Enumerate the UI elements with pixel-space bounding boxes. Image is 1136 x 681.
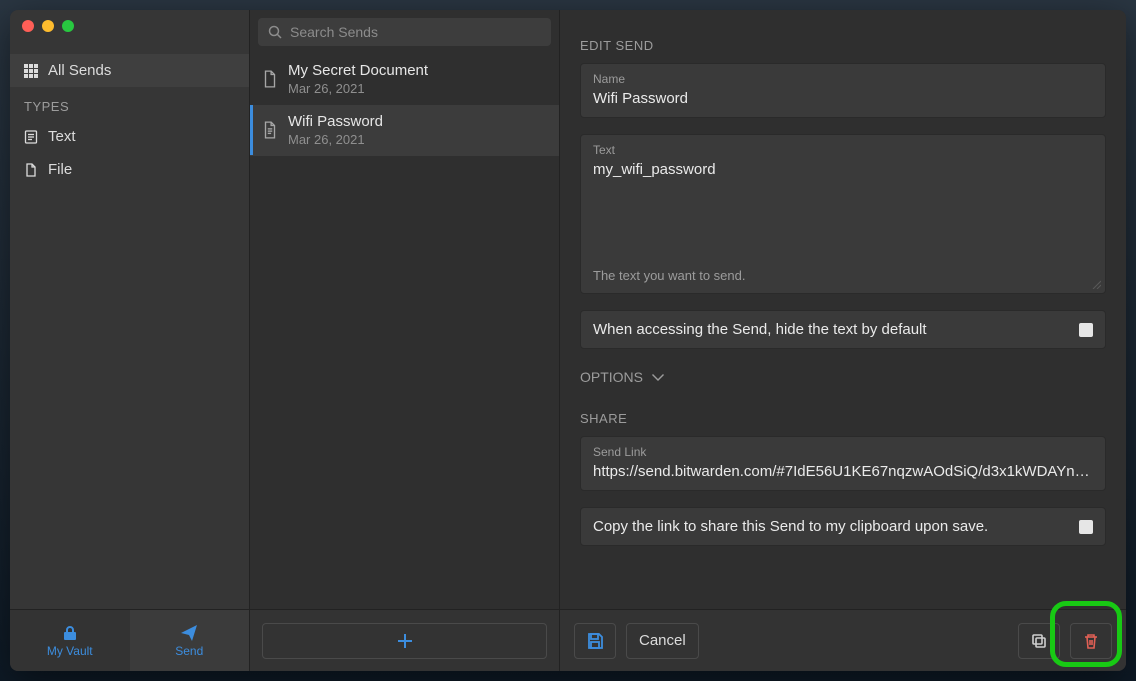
copy-on-save-label: Copy the link to share this Send to my c… — [593, 518, 988, 535]
text-helper: The text you want to send. — [581, 268, 1105, 293]
detail-panel: EDIT SEND Name Wifi Password Text The te… — [560, 10, 1126, 609]
search-icon — [268, 25, 282, 39]
send-link-field-group[interactable]: Send Link https://send.bitwarden.com/#7I… — [580, 436, 1106, 491]
file-icon — [24, 163, 38, 177]
footer-tab-my-vault[interactable]: My Vault — [10, 610, 130, 671]
window-close-button[interactable] — [22, 20, 34, 32]
text-textarea[interactable] — [581, 157, 1105, 263]
edit-send-header: EDIT SEND — [580, 38, 1106, 53]
chevron-down-icon — [651, 370, 665, 384]
copy-icon — [1030, 632, 1048, 650]
search-field[interactable] — [290, 24, 541, 40]
send-link-value: https://send.bitwarden.com/#7IdE56U1KE67… — [581, 459, 1105, 490]
hide-text-label: When accessing the Send, hide the text b… — [593, 321, 927, 338]
delete-button[interactable] — [1070, 623, 1112, 659]
hide-text-toggle-row[interactable]: When accessing the Send, hide the text b… — [580, 310, 1106, 349]
text-field-group[interactable]: Text The text you want to send. — [580, 134, 1106, 294]
send-item-date: Mar 26, 2021 — [288, 132, 547, 147]
send-list-column: My Secret Document Mar 26, 2021 Wifi Pas… — [250, 10, 560, 609]
sidebar-item-file[interactable]: File — [10, 153, 249, 186]
plus-icon — [397, 633, 413, 649]
share-header: SHARE — [580, 411, 1106, 426]
send-icon — [180, 624, 198, 642]
send-list-item[interactable]: Wifi Password Mar 26, 2021 — [250, 105, 559, 156]
send-item-date: Mar 26, 2021 — [288, 81, 547, 96]
trash-icon — [1082, 632, 1100, 650]
sidebar-item-all-sends[interactable]: All Sends — [10, 54, 249, 87]
options-toggle[interactable]: OPTIONS — [580, 369, 1106, 385]
sidebar-item-text[interactable]: Text — [10, 120, 249, 153]
send-item-title: My Secret Document — [288, 62, 547, 79]
send-link-label: Send Link — [581, 437, 1105, 459]
hide-text-checkbox[interactable] — [1079, 323, 1093, 337]
cancel-label: Cancel — [639, 632, 686, 649]
file-icon — [262, 70, 278, 88]
save-icon — [586, 632, 604, 650]
grid-icon — [24, 64, 38, 78]
sidebar-types-header: TYPES — [10, 87, 249, 120]
text-icon — [24, 130, 38, 144]
cancel-button[interactable]: Cancel — [626, 623, 699, 659]
text-label: Text — [581, 135, 1105, 157]
footer-tab-label: My Vault — [47, 644, 93, 658]
options-label: OPTIONS — [580, 369, 643, 385]
copy-on-save-checkbox[interactable] — [1079, 520, 1093, 534]
name-label: Name — [581, 64, 1105, 86]
sidebar-item-label: Text — [48, 128, 76, 145]
save-button[interactable] — [574, 623, 616, 659]
footer-tab-send[interactable]: Send — [130, 610, 250, 671]
sidebar: All Sends TYPES Text File — [10, 10, 250, 609]
text-icon — [262, 121, 278, 139]
window-minimize-button[interactable] — [42, 20, 54, 32]
sidebar-item-label: All Sends — [48, 62, 111, 79]
name-value: Wifi Password — [581, 86, 1105, 117]
send-item-title: Wifi Password — [288, 113, 547, 130]
lock-icon — [61, 624, 79, 642]
window-zoom-button[interactable] — [62, 20, 74, 32]
send-list-item[interactable]: My Secret Document Mar 26, 2021 — [250, 54, 559, 105]
footer-tab-label: Send — [175, 644, 203, 658]
search-input[interactable] — [258, 18, 551, 46]
sidebar-item-label: File — [48, 161, 72, 178]
copy-on-save-row[interactable]: Copy the link to share this Send to my c… — [580, 507, 1106, 546]
copy-link-button[interactable] — [1018, 623, 1060, 659]
add-send-button[interactable] — [262, 623, 547, 659]
name-field-group[interactable]: Name Wifi Password — [580, 63, 1106, 118]
